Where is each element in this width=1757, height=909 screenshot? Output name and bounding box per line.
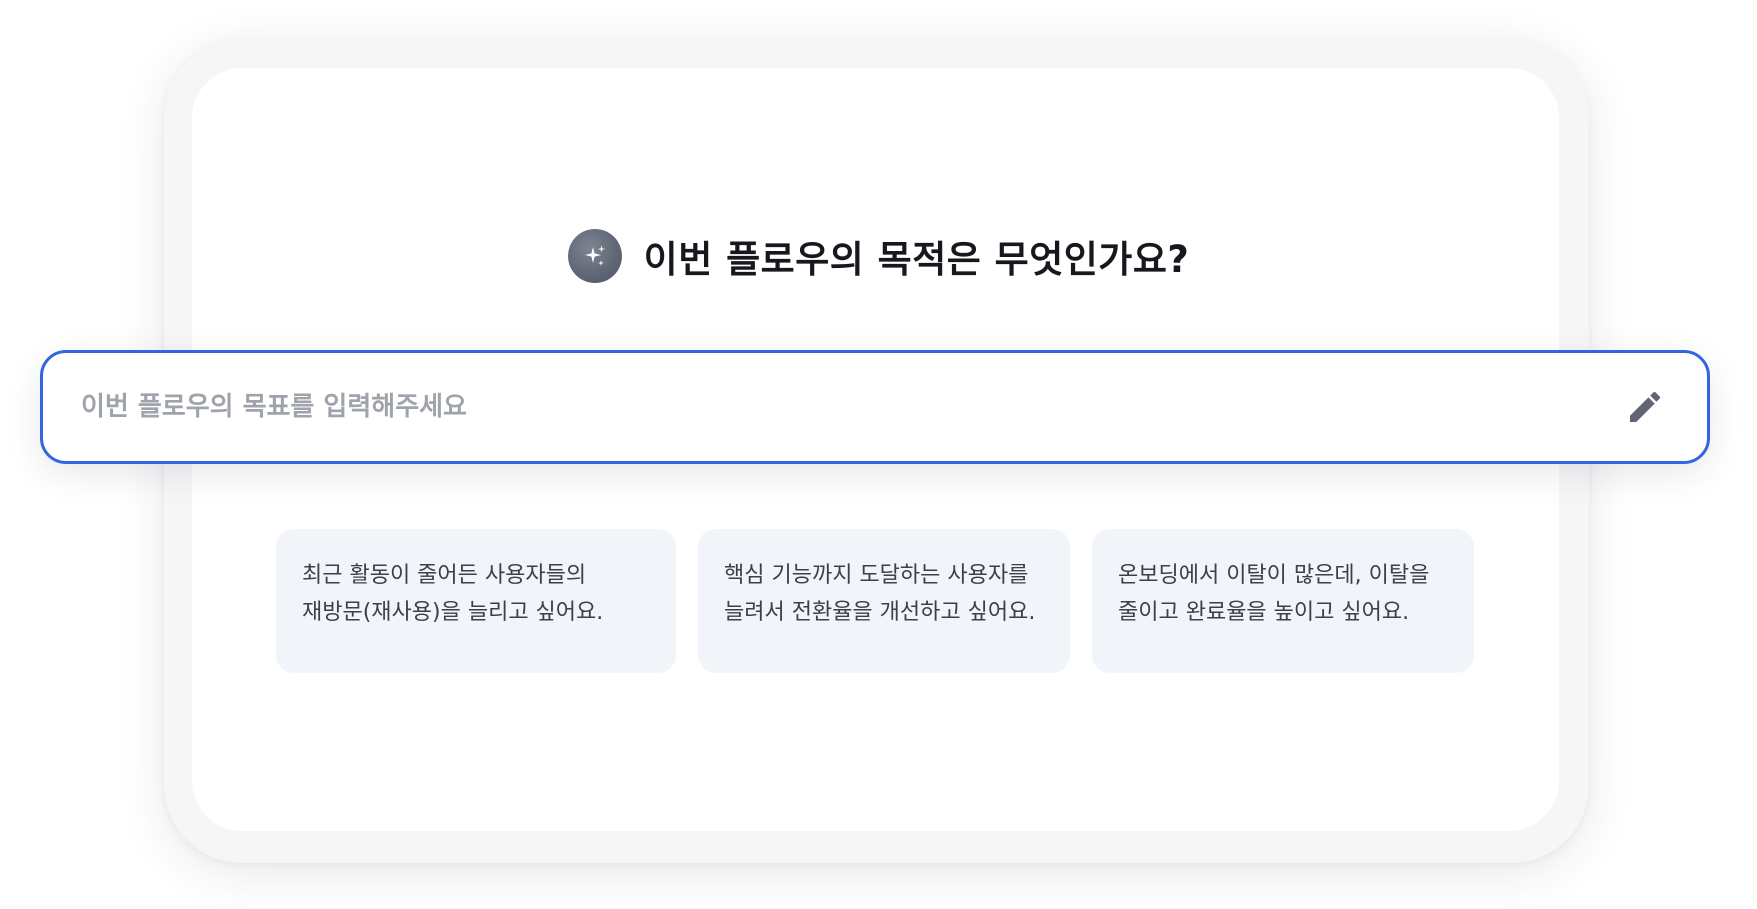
goal-input-container[interactable] — [40, 350, 1710, 464]
title-row: 이번 플로우의 목적은 무엇인가요? — [0, 226, 1757, 286]
suggestion-card-conversion[interactable]: 핵심 기능까지 도달하는 사용자를 늘려서 전환율을 개선하고 싶어요. — [698, 529, 1070, 673]
suggestion-text-line: 늘려서 전환율을 개선하고 싶어요. — [724, 600, 1036, 625]
goal-input[interactable] — [81, 392, 1619, 422]
suggestion-list: 최근 활동이 줄어든 사용자들의 재방문(재사용)을 늘리고 싶어요. 핵심 기… — [0, 529, 1757, 673]
suggestion-card-reengagement[interactable]: 최근 활동이 줄어든 사용자들의 재방문(재사용)을 늘리고 싶어요. — [276, 529, 676, 673]
sparkles-icon — [567, 229, 622, 283]
app-stage: 이번 플로우의 목적은 무엇인가요? 최근 활동이 줄어든 사용자들의 재방문(… — [0, 0, 1757, 909]
suggestion-card-onboarding[interactable]: 온보딩에서 이탈이 많은데, 이탈을 줄이고 완료율을 높이고 싶어요. — [1092, 529, 1474, 673]
edit-button[interactable] — [1619, 381, 1671, 433]
suggestion-text-line: 재방문(재사용)을 늘리고 싶어요. — [302, 600, 604, 625]
suggestion-text-line: 최근 활동이 줄어든 사용자들의 — [302, 563, 587, 588]
suggestion-text-line: 온보딩에서 이탈이 많은데, 이탈을 — [1118, 563, 1430, 588]
page-title: 이번 플로우의 목적은 무엇인가요? — [643, 238, 1190, 281]
pencil-icon — [1630, 391, 1661, 422]
suggestion-text-line: 핵심 기능까지 도달하는 사용자를 — [724, 563, 1029, 588]
suggestion-text-line: 줄이고 완료율을 높이고 싶어요. — [1118, 600, 1410, 625]
